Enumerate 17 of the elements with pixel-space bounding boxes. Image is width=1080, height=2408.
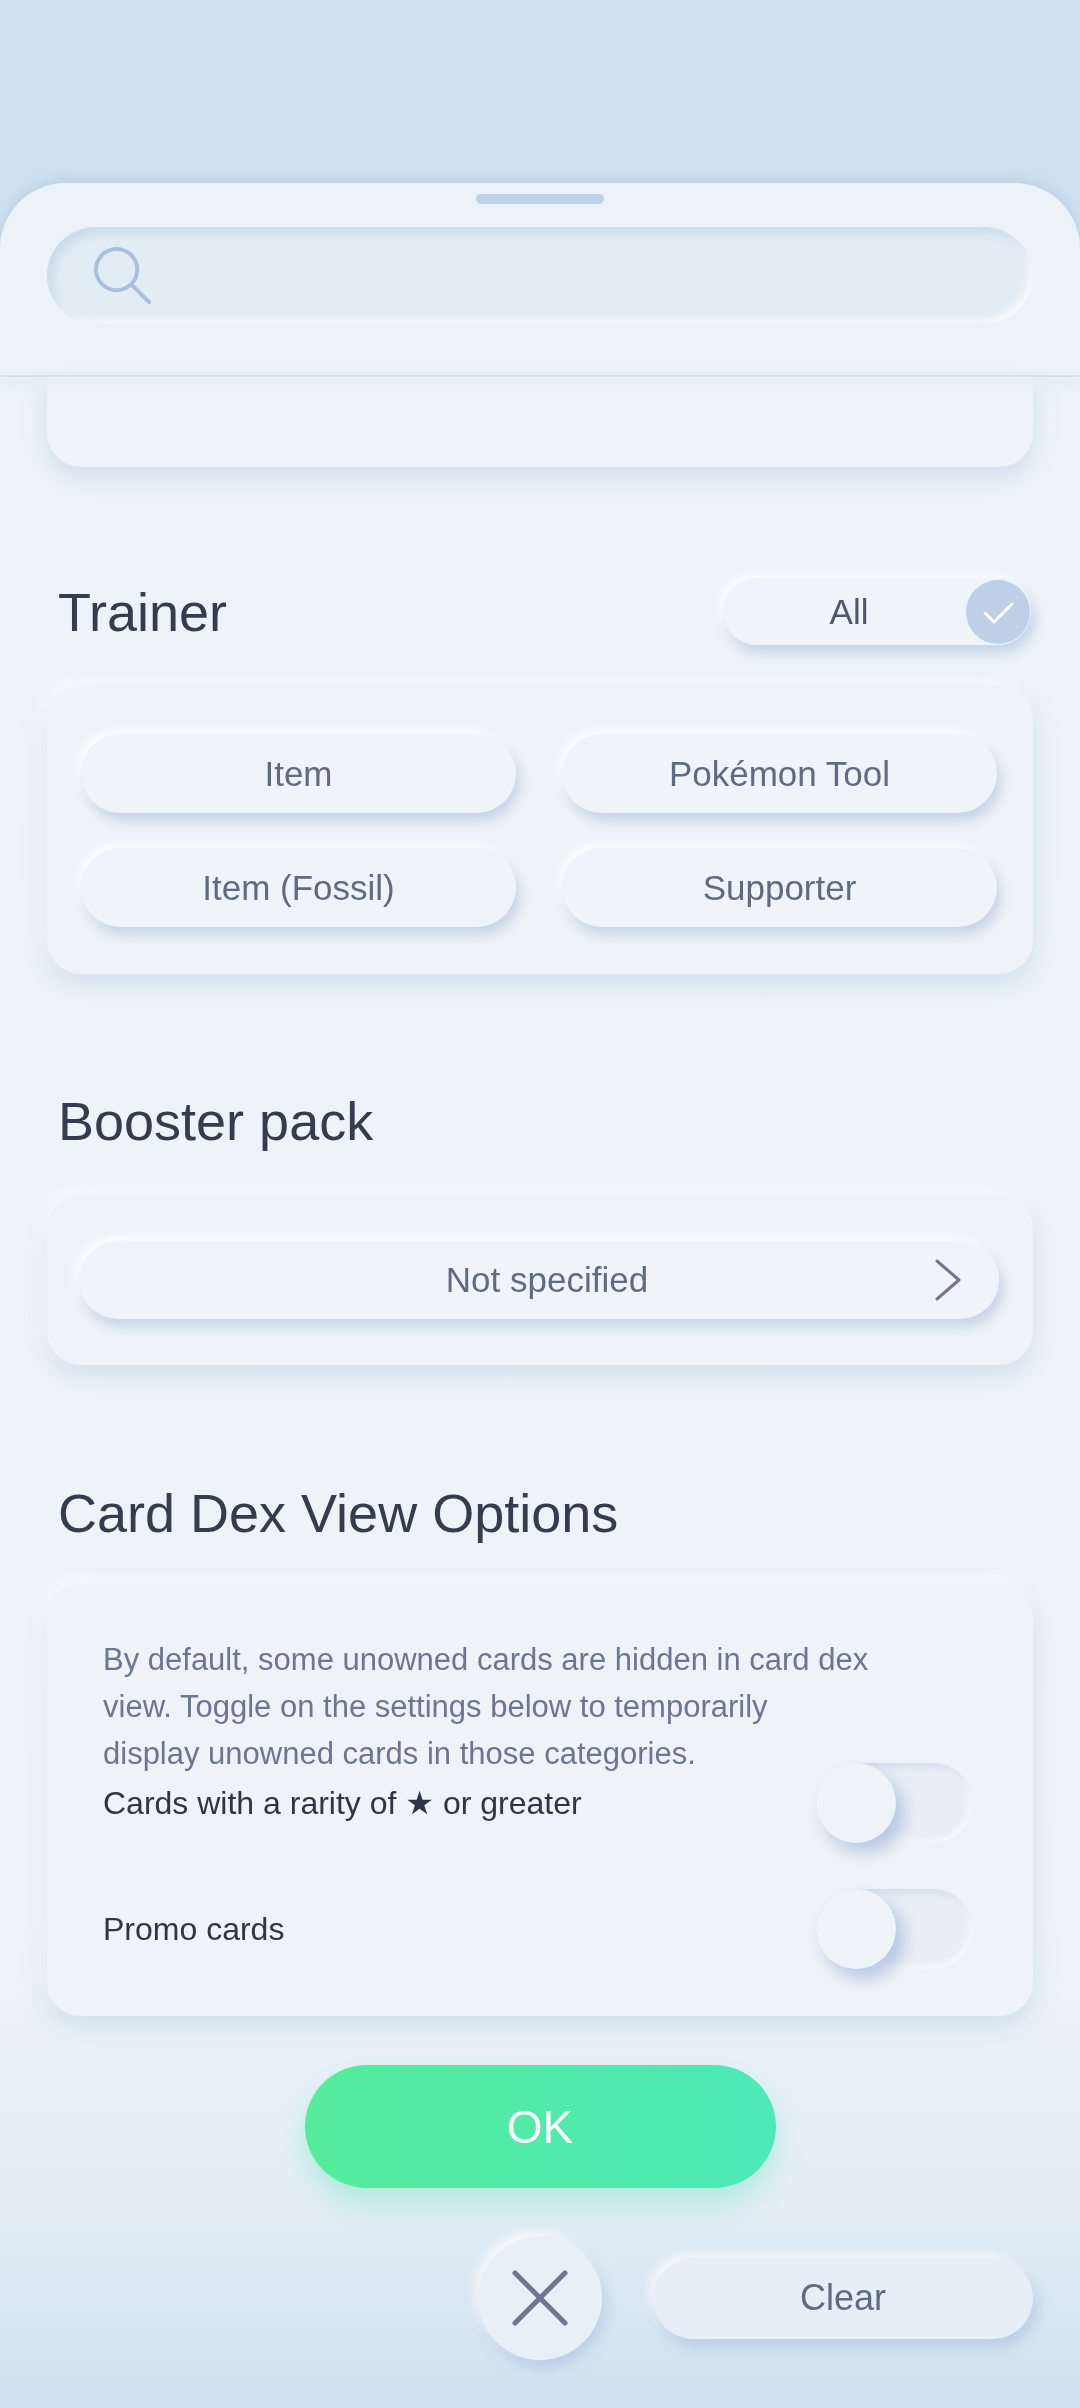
section-heading: Card Dex View Options	[57, 1483, 620, 1543]
description-text: By default, some unowned cards are hidden in card dex view. Toggle on the settings below to temporarily display unowned cards in those categories.	[103, 1641, 870, 1773]
search-icon	[93, 246, 152, 305]
setting-label: Promo cards	[103, 1910, 285, 1948]
filter-chip[interactable]: Item	[81, 734, 516, 813]
clear-button[interactable]: Clear	[653, 2257, 1033, 2339]
filter-chip[interactable]: Item (Fossil)	[81, 848, 516, 927]
setting-label: Cards with a rarity of ★ or greater	[103, 1784, 582, 1822]
all-filter-button[interactable]: All	[723, 578, 1031, 645]
section-heading: Booster pack	[57, 1091, 375, 1151]
drag-handle[interactable]	[476, 194, 604, 204]
section-heading: Trainer	[57, 581, 228, 642]
filter-chip[interactable]: Supporter	[562, 848, 997, 927]
filter-chip[interactable]: Pokémon Tool	[562, 734, 997, 813]
close-icon	[512, 2270, 568, 2326]
booster-pack-selector[interactable]: Not specified	[79, 1241, 999, 1319]
chevron-right-icon	[935, 1259, 961, 1301]
